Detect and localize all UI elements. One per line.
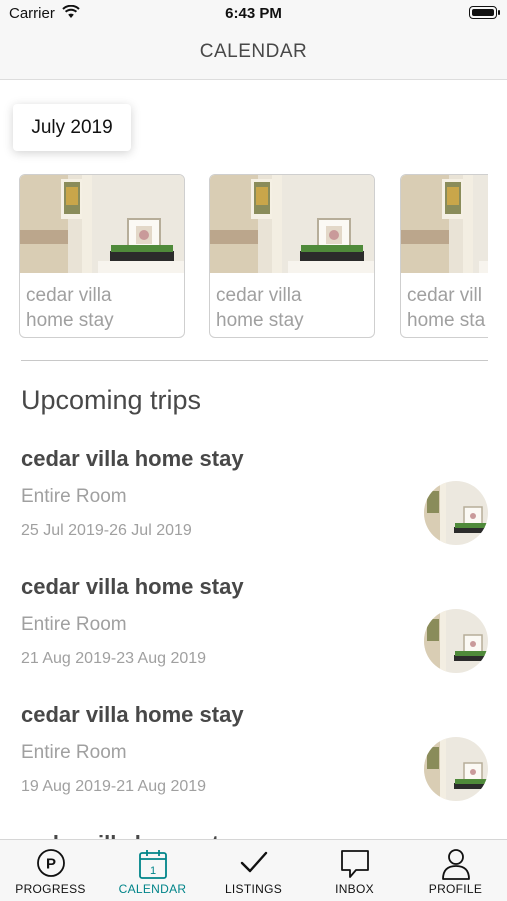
clock: 6:43 PM: [225, 5, 282, 22]
trip-name: cedar villa home stay: [21, 574, 244, 599]
listing-card-title-line1: cedar villa: [216, 285, 302, 306]
listing-photo: [20, 175, 184, 273]
trip-item[interactable]: cedar villa home stay Entire Room 25 Jul…: [21, 446, 488, 556]
calendar-icon: 1: [138, 848, 168, 885]
trip-item[interactable]: cedar villa home stay Entire Room 21 Aug…: [21, 574, 488, 684]
tab-label: CALENDAR: [118, 882, 187, 896]
listing-card-title-line2: home sta: [407, 310, 486, 331]
section-divider: [21, 360, 488, 361]
trip-room-type: Entire Room: [21, 614, 127, 635]
svg-text:P: P: [45, 856, 55, 873]
listing-carousel[interactable]: cedar villa home stay cedar villa home s…: [19, 174, 488, 340]
tab-calendar[interactable]: 1 CALENDAR: [102, 840, 203, 901]
trip-room-type: Entire Room: [21, 486, 127, 507]
navigation-bar: CALENDAR: [0, 28, 507, 80]
tab-label: PROFILE: [428, 882, 483, 896]
listing-photo: [210, 175, 374, 273]
listing-card-title: cedar villa home stay: [26, 283, 180, 333]
tab-listings[interactable]: LISTINGS: [203, 840, 304, 901]
listing-card-title-line1: cedar villa: [26, 285, 112, 306]
tab-label: INBOX: [335, 882, 374, 896]
trip-dates: 25 Jul 2019-26 Jul 2019: [21, 522, 192, 539]
listing-card-title-line2: home stay: [216, 310, 304, 331]
calendar-icon-day: 1: [149, 865, 155, 877]
listing-card-title-line2: home stay: [26, 310, 114, 331]
page-title: CALENDAR: [199, 41, 308, 62]
listing-card[interactable]: cedar villa home stay: [209, 174, 375, 338]
tab-inbox[interactable]: INBOX: [304, 840, 405, 901]
tab-bar: P PROGRESS 1 CALENDAR LISTINGS INBOX PRO…: [0, 839, 507, 901]
trip-name: cedar villa home stay: [21, 702, 244, 727]
listing-photo: [401, 175, 488, 273]
status-bar: Carrier 6:43 PM: [0, 0, 507, 28]
upcoming-trips-heading: Upcoming trips: [21, 385, 202, 415]
month-selector[interactable]: July 2019: [13, 104, 131, 151]
person-icon: [441, 848, 471, 885]
trip-dates: 21 Aug 2019-23 Aug 2019: [21, 650, 207, 667]
tab-profile[interactable]: PROFILE: [405, 840, 506, 901]
battery-icon: [469, 6, 500, 19]
trip-name: cedar villa home stay: [21, 446, 244, 471]
listing-card-title: cedar villa home stay: [216, 283, 370, 333]
listing-card-title-line1: cedar vill: [407, 285, 482, 306]
listing-card[interactable]: cedar vill home sta: [400, 174, 488, 338]
chat-bubble-icon: [339, 848, 371, 885]
checkmark-icon: [239, 848, 269, 883]
tab-label: PROGRESS: [15, 882, 86, 896]
listing-card-title: cedar vill home sta: [407, 283, 488, 333]
tab-progress[interactable]: P PROGRESS: [0, 840, 101, 901]
listing-card[interactable]: cedar villa home stay: [19, 174, 185, 338]
trip-room-type: Entire Room: [21, 742, 127, 763]
trip-item[interactable]: cedar villa home stay Entire Room 19 Aug…: [21, 702, 488, 812]
month-label: July 2019: [31, 116, 113, 138]
tab-label: LISTINGS: [224, 882, 283, 896]
trip-thumbnail: [424, 481, 488, 545]
progress-p-icon: P: [36, 848, 66, 883]
trip-dates: 19 Aug 2019-21 Aug 2019: [21, 778, 207, 795]
trip-thumbnail: [424, 737, 488, 801]
trip-thumbnail: [424, 609, 488, 673]
